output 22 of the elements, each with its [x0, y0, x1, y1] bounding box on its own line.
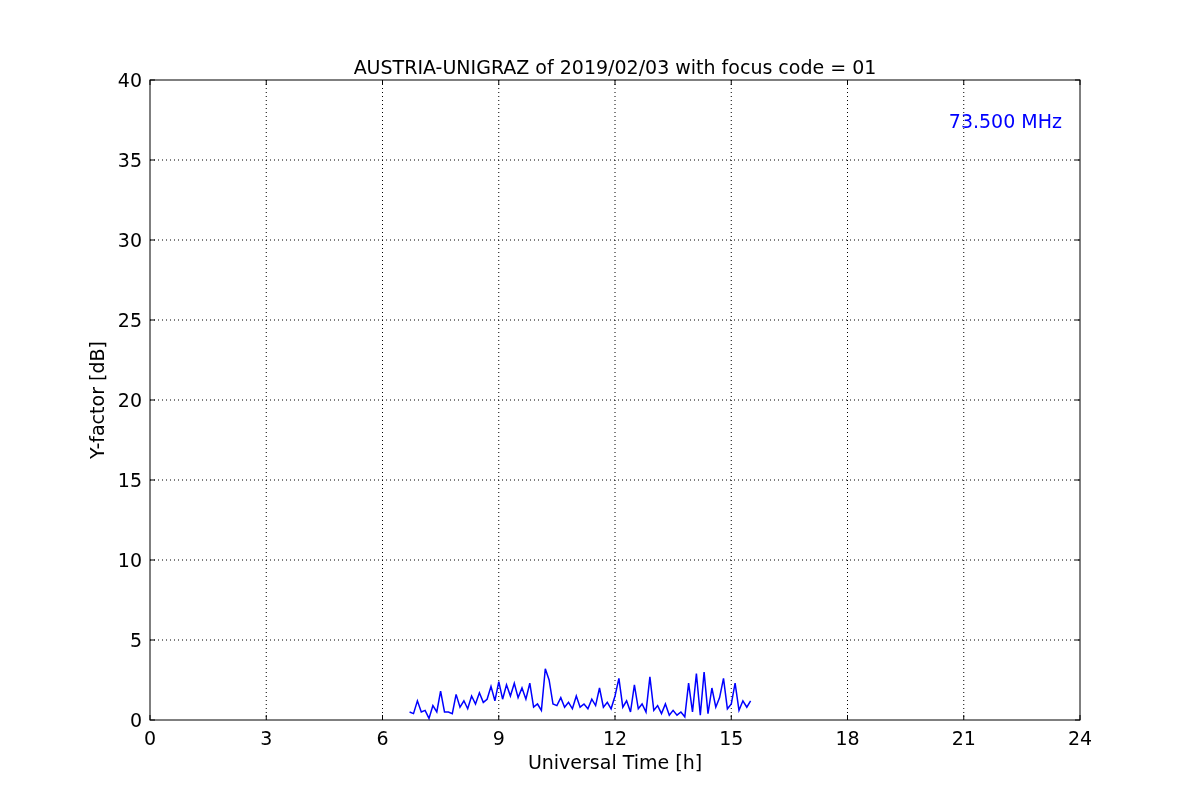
legend-label: 73.500 MHz — [948, 110, 1062, 132]
x-axis-label: Universal Time [h] — [527, 751, 703, 773]
x-tick-label: 21 — [951, 727, 976, 749]
chart-title: AUSTRIA-UNIGRAZ of 2019/02/03 with focus code = 01 — [353, 56, 877, 78]
y-tick-label: 40 — [117, 69, 142, 91]
y-tick-label: 35 — [117, 149, 142, 171]
x-tick-label: 9 — [492, 727, 505, 749]
y-axis-label: Y-factor [dB] — [86, 341, 108, 459]
x-tick-label: 18 — [835, 727, 860, 749]
x-tick-label: 6 — [376, 727, 389, 749]
x-tick-label: 24 — [1067, 727, 1093, 749]
x-tick-label: 3 — [260, 727, 273, 749]
x-tick-label: 12 — [602, 727, 628, 749]
y-tick-label: 10 — [117, 549, 142, 571]
x-tick-label: 0 — [143, 727, 157, 749]
y-tick-label: 15 — [117, 469, 142, 491]
y-tick-label: 30 — [117, 229, 142, 251]
y-tick-label: 20 — [117, 389, 142, 411]
y-tick-label: 25 — [117, 309, 142, 331]
y-tick-label: 0 — [129, 709, 142, 731]
x-tick-label: 15 — [719, 727, 744, 749]
y-tick-label: 5 — [129, 629, 142, 651]
